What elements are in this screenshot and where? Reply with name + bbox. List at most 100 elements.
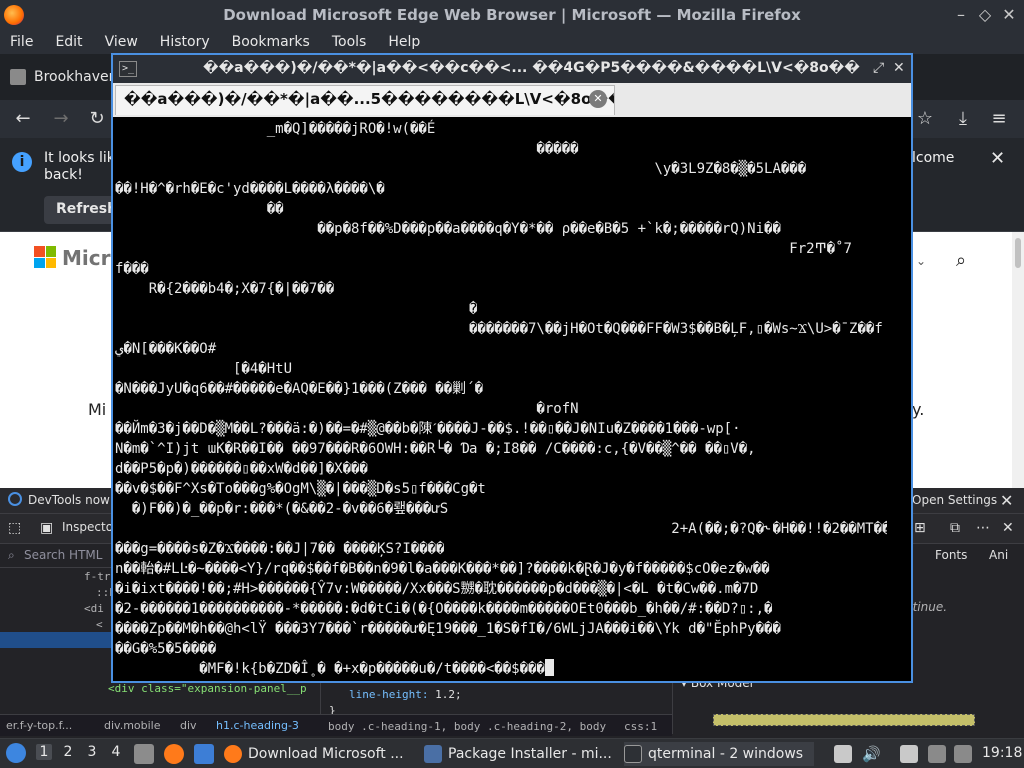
menu-help[interactable]: Help — [388, 34, 420, 50]
terminal-line: �� — [115, 201, 284, 217]
terminal-line: ��p�8f��%D���p��a����q�Y�*�� ρ��e�B�5 +`… — [115, 221, 781, 237]
task-qterminal[interactable]: qterminal - 2 windows — [624, 742, 814, 766]
workspace-4[interactable]: 4 — [108, 744, 124, 760]
tree-row[interactable]: < — [96, 618, 103, 631]
terminal-line: _m�Q]�����jRO�!w(��É — [115, 121, 436, 137]
terminal-line: f��� — [115, 261, 149, 277]
minimize-icon[interactable]: – — [954, 5, 968, 24]
terminal-tab-close-icon[interactable]: ✕ — [589, 90, 607, 108]
downloads-icon[interactable]: ⤓ — [952, 108, 974, 130]
terminal-tab[interactable]: ��a���)�/��*�|a��...5��������L\V<�8o�� — [115, 85, 615, 115]
firefox-launcher-icon[interactable] — [164, 744, 184, 764]
file-manager-icon[interactable] — [134, 744, 154, 764]
menu-tools[interactable]: Tools — [332, 34, 367, 50]
open-settings-link[interactable]: Open Settings — [912, 493, 997, 507]
task-firefox[interactable]: Download Microsoft ... — [224, 742, 416, 766]
page-scrollbar[interactable] — [1012, 232, 1024, 488]
firefox-logo-icon — [4, 5, 24, 25]
taskbar: 1 2 3 4 Download Microsoft ... Package I… — [0, 738, 1024, 768]
terminal-line: �2-������1����������-*�����:�d�tCi�(�{O�… — [115, 601, 773, 617]
workspace-2[interactable]: 2 — [60, 744, 76, 760]
menu-history[interactable]: History — [160, 34, 210, 50]
terminal-line: �N���JyU�q6��#�����e�AQ�E��}1���(Z��� ��… — [115, 381, 484, 397]
back-arrow-icon[interactable]: ← — [12, 108, 34, 130]
css-property-line-height[interactable]: line-height: 1.2; — [349, 688, 462, 701]
terminal-line: ��v�$��F^Xs�To���g%�OgM\▒�|���▒D�s5▯f���… — [115, 481, 486, 497]
terminal-titlebar[interactable]: >_ ��a���)�/��*�|a��<��c��<... ��4G�P5��… — [113, 55, 911, 83]
element-picker-icon[interactable]: ⬚ — [8, 520, 21, 536]
terminal-line: �rofN — [115, 401, 579, 417]
terminal-output[interactable]: _m�Q]�����jRO�!w(��É ����� \y�3L9Z�8�▒�5… — [113, 117, 911, 681]
hamburger-menu-icon[interactable]: ≡ — [988, 108, 1010, 130]
terminal-line: d��P5�p�)������▯��xW�d��]�X��� — [115, 461, 368, 477]
task-label: Package Installer - mi... — [448, 746, 612, 762]
tray-notes-icon[interactable] — [900, 745, 918, 763]
tab-animations[interactable]: Ani — [989, 548, 1008, 562]
notification-welcome-text: lcome — [912, 150, 955, 166]
terminal-text: _m�Q]�����jRO�!w(��É ����� \y�3L9Z�8�▒�5… — [115, 119, 887, 679]
volume-icon[interactable]: 🔊 — [862, 745, 881, 763]
box-model-diagram — [713, 714, 975, 726]
terminal-window: >_ ��a���)�/��*�|a��<��c��<... ��4G�P5��… — [111, 53, 913, 683]
devtools-close-icon[interactable]: ✕ — [1002, 520, 1014, 536]
terminal-maximize-icon[interactable]: ⤢ — [873, 60, 884, 76]
reload-icon[interactable]: ↻ — [86, 108, 108, 130]
close-icon[interactable]: ✕ — [1002, 5, 1016, 24]
menu-edit[interactable]: Edit — [55, 34, 82, 50]
dock-icon[interactable]: ⧉ — [950, 520, 960, 536]
tree-row[interactable]: <di — [84, 602, 104, 615]
terminal-line: ��Йm�3�j��D�▒M��L?���ä:�)��=�#▒@��b�陳ˊ��… — [115, 421, 741, 437]
layout-toggle-icon[interactable]: ⊞ — [914, 520, 926, 536]
chevron-down-icon[interactable]: ⌄ — [916, 254, 926, 268]
workspace-1[interactable]: 1 — [36, 744, 52, 760]
page-partial-text-left: Mi — [88, 400, 107, 419]
task-package-installer[interactable]: Package Installer - mi... — [424, 742, 620, 766]
tab-inspector[interactable]: Inspecto — [62, 520, 113, 534]
workspace-3[interactable]: 3 — [84, 744, 100, 760]
tray-network-icon[interactable] — [954, 745, 972, 763]
html-search-placeholder: Search HTML — [24, 548, 103, 562]
terminal-line: [�4�HtU — [115, 361, 293, 377]
selected-node-highlight[interactable] — [0, 632, 112, 648]
firefox-titlebar: Download Microsoft Edge Web Browser | Mi… — [0, 0, 1024, 30]
terminal-line: \y�3L9Z�8�▒�5LA��� — [115, 161, 807, 177]
start-menu-icon[interactable] — [6, 743, 26, 763]
breadcrumb-item[interactable]: div — [180, 719, 197, 732]
tree-row[interactable]: f-tr — [84, 570, 111, 583]
info-icon: i — [12, 152, 32, 172]
terminal-line: ��!H�^�rh�E�c'yd����L����λ����\� — [115, 181, 385, 197]
notification-text: It looks lik back! — [44, 150, 115, 184]
menu-bookmarks[interactable]: Bookmarks — [232, 34, 310, 50]
breadcrumb-item-current[interactable]: h1.c-heading-3 — [216, 719, 299, 732]
tray-display-icon[interactable] — [928, 745, 946, 763]
menu-file[interactable]: File — [10, 34, 33, 50]
firefox-task-icon — [224, 745, 242, 763]
maximize-icon[interactable]: ◇ — [978, 5, 992, 24]
terminal-close-icon[interactable]: ✕ — [893, 60, 905, 76]
notification-close-icon[interactable]: ✕ — [990, 148, 1005, 169]
breadcrumb-item[interactable]: er.f-y-top.f... — [6, 719, 72, 732]
terminal-line: Fr2Ͳ�˚7 — [115, 241, 852, 257]
devtools-notice-text: DevTools now f — [28, 493, 118, 507]
devtools-more-icon[interactable]: ⋯ — [976, 520, 990, 536]
tray-clipboard-icon[interactable] — [834, 745, 852, 763]
tab-fonts[interactable]: Fonts — [935, 548, 967, 562]
menu-view[interactable]: View — [105, 34, 138, 50]
breadcrumb-item[interactable]: div.mobile — [104, 719, 161, 732]
rules-footer-source[interactable]: css:1 — [624, 720, 657, 733]
tab-favicon-icon — [10, 69, 26, 85]
terminal-tabbar: ��a���)�/��*�|a��...5��������L\V<�8o�� ✕ — [113, 83, 911, 117]
tree-row[interactable]: <div class="expansion-panel__p — [108, 682, 307, 695]
terminal-line: N�m�`^I)jt ɯK�R��I�� ��97���R�6OWH:��R└�… — [115, 441, 756, 457]
terminal-line: � — [115, 301, 478, 317]
search-icon[interactable]: ⌕ — [956, 250, 966, 271]
forward-arrow-icon[interactable]: → — [50, 108, 72, 130]
bookmark-star-icon[interactable]: ☆ — [914, 108, 936, 130]
css-property-value[interactable]: 1.2; — [428, 688, 462, 701]
task-label: Download Microsoft ... — [248, 746, 404, 762]
terminal-line: n��軩�#LĿ�~����<Y}/rq��$��f�B��n�9�l�a���… — [115, 561, 770, 577]
scrollbar-thumb[interactable] — [1015, 238, 1021, 268]
desktop-icon[interactable] — [194, 744, 214, 764]
terminal-minimize-icon[interactable]: – — [851, 60, 858, 76]
devtools-notice-close-icon[interactable]: ✕ — [1000, 491, 1013, 510]
